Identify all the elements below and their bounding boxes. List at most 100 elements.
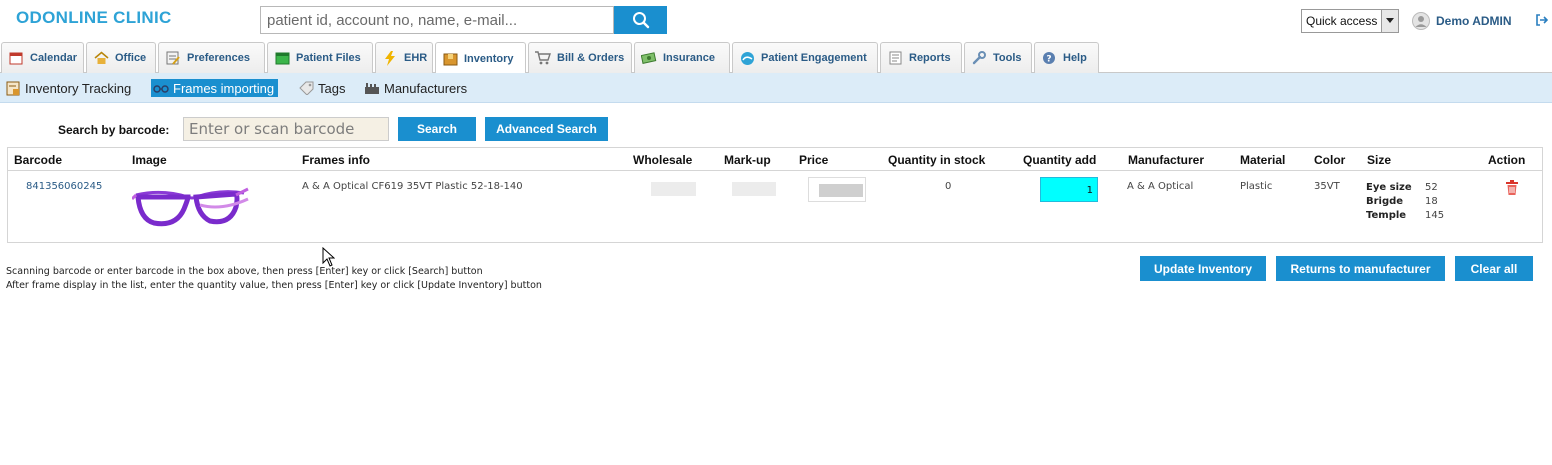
tab-label: Reports [909, 52, 951, 64]
inventory-subnav: Inventory Tracking Frames importing Tags… [0, 73, 1552, 103]
subnav-frames-importing[interactable]: Frames importing [151, 79, 279, 97]
subnav-label: Inventory Tracking [25, 80, 132, 96]
tab-label: EHR [404, 52, 428, 64]
tab-label: Patient Engagement [761, 52, 867, 64]
column-header[interactable]: Manufacturer [1128, 153, 1204, 167]
advanced-search-button[interactable]: Advanced Search [485, 117, 608, 141]
subnav-label: Manufacturers [384, 80, 468, 96]
quantity-in-stock-value: 0 [945, 181, 952, 192]
tab-bill-orders[interactable]: Bill & Orders [528, 42, 632, 73]
column-header[interactable]: Price [799, 153, 828, 167]
tab-label: Tools [993, 52, 1022, 64]
tab-label: Office [115, 52, 147, 64]
global-search-button[interactable] [614, 6, 667, 34]
returns-to-manufacturer-button[interactable]: Returns to manufacturer [1276, 256, 1445, 281]
size-label: Temple [1366, 210, 1407, 221]
search-icon [632, 12, 649, 29]
clear-all-button[interactable]: Clear all [1455, 256, 1533, 281]
global-search [260, 6, 667, 34]
money-icon [641, 50, 657, 66]
quantity-add-input[interactable]: 1 [1040, 177, 1098, 202]
quick-access-select[interactable]: Quick access [1301, 9, 1399, 33]
delete-icon[interactable] [1505, 180, 1519, 196]
user-menu[interactable]: Demo ADMIN [1412, 11, 1512, 31]
column-header[interactable]: Mark-up [724, 153, 771, 167]
material-value: Plastic [1240, 181, 1273, 192]
price-input[interactable] [808, 177, 866, 202]
column-header[interactable]: Frames info [302, 153, 370, 167]
wrench-icon [971, 50, 987, 66]
column-header[interactable]: Quantity add [1023, 153, 1096, 167]
tab-label: Patient Files [296, 52, 361, 64]
tab-label: Preferences [187, 52, 250, 64]
svg-text:?: ? [1046, 55, 1051, 65]
tab-label: Bill & Orders [557, 52, 625, 64]
markup-value [732, 182, 776, 196]
barcode-input[interactable] [183, 117, 389, 141]
tag-icon [298, 80, 314, 96]
size-details: Eye size 52 Brigde 18 Temple 145 [1366, 181, 1444, 223]
frames-info-value: A & A Optical CF619 35VT Plastic 52-18-1… [302, 181, 523, 192]
tab-insurance[interactable]: Insurance [634, 42, 730, 73]
size-label: Eye size [1366, 182, 1412, 193]
help-line: Scanning barcode or enter barcode in the… [6, 266, 483, 277]
column-header[interactable]: Material [1240, 153, 1285, 167]
logout-icon[interactable] [1535, 13, 1548, 27]
update-inventory-button[interactable]: Update Inventory [1140, 256, 1266, 281]
subnav-label: Frames importing [173, 80, 275, 96]
cart-icon [535, 50, 551, 66]
tab-office[interactable]: Office [86, 42, 156, 73]
wave-icon [739, 50, 755, 66]
column-header[interactable]: Barcode [14, 153, 62, 167]
tab-tools[interactable]: Tools [964, 42, 1032, 73]
box-icon [442, 51, 458, 67]
quick-access-label: Quick access [1306, 14, 1378, 28]
glasses-icon [153, 80, 169, 96]
barcode-search-row: Search by barcode: Search Advanced Searc… [0, 116, 1552, 142]
manufacturer-value: A & A Optical [1127, 181, 1194, 192]
tab-patient-engagement[interactable]: Patient Engagement [732, 42, 878, 73]
table-header: Barcode Image Frames info Wholesale Mark… [8, 148, 1542, 171]
column-header[interactable]: Wholesale [633, 153, 692, 167]
tab-reports[interactable]: Reports [880, 42, 962, 73]
column-header: Action [1488, 153, 1526, 167]
column-header[interactable]: Quantity in stock [888, 153, 985, 167]
chevron-down-icon [1381, 10, 1398, 32]
global-search-input[interactable] [260, 6, 614, 34]
subnav-tags[interactable]: Tags [298, 79, 345, 97]
tab-calendar[interactable]: Calendar [1, 42, 84, 73]
help-text: Scanning barcode or enter barcode in the… [6, 265, 542, 293]
tab-ehr[interactable]: EHR [375, 42, 433, 73]
home-icon [93, 50, 109, 66]
frames-table: Barcode Image Frames info Wholesale Mark… [7, 147, 1543, 243]
wholesale-value [651, 182, 696, 196]
user-name: Demo ADMIN [1436, 14, 1512, 28]
mouse-cursor-icon [322, 247, 335, 267]
size-value: 52 [1425, 182, 1438, 193]
tab-inventory[interactable]: Inventory [435, 42, 526, 74]
search-button[interactable]: Search [398, 117, 476, 141]
app-logo[interactable]: ODONLINE CLINIC [16, 8, 172, 28]
column-header[interactable]: Color [1314, 153, 1345, 167]
subnav-inventory-tracking[interactable]: Inventory Tracking [5, 79, 131, 97]
tab-help[interactable]: ? Help [1034, 42, 1099, 73]
column-header[interactable]: Size [1367, 153, 1391, 167]
help-icon: ? [1041, 50, 1057, 66]
user-avatar-icon [1412, 12, 1430, 30]
tab-label: Calendar [30, 52, 78, 64]
inventory-tracking-icon [5, 80, 21, 96]
preferences-icon [165, 50, 181, 66]
main-tabs: Calendar Office Preferences Patient File… [0, 42, 1552, 74]
tab-label: Inventory [464, 52, 514, 65]
top-bar: ODONLINE CLINIC Quick access Demo ADMIN [0, 0, 1552, 42]
tab-label: Help [1063, 52, 1087, 64]
column-header: Image [132, 153, 167, 167]
tab-preferences[interactable]: Preferences [158, 42, 265, 73]
subnav-label: Tags [318, 80, 346, 96]
barcode-search-label: Search by barcode: [58, 123, 170, 137]
lightning-icon [382, 50, 398, 66]
subnav-manufacturers[interactable]: Manufacturers [364, 79, 467, 97]
tab-patient-files[interactable]: Patient Files [267, 42, 373, 73]
color-value: 35VT [1314, 181, 1340, 192]
barcode-value[interactable]: 841356060245 [26, 181, 102, 192]
